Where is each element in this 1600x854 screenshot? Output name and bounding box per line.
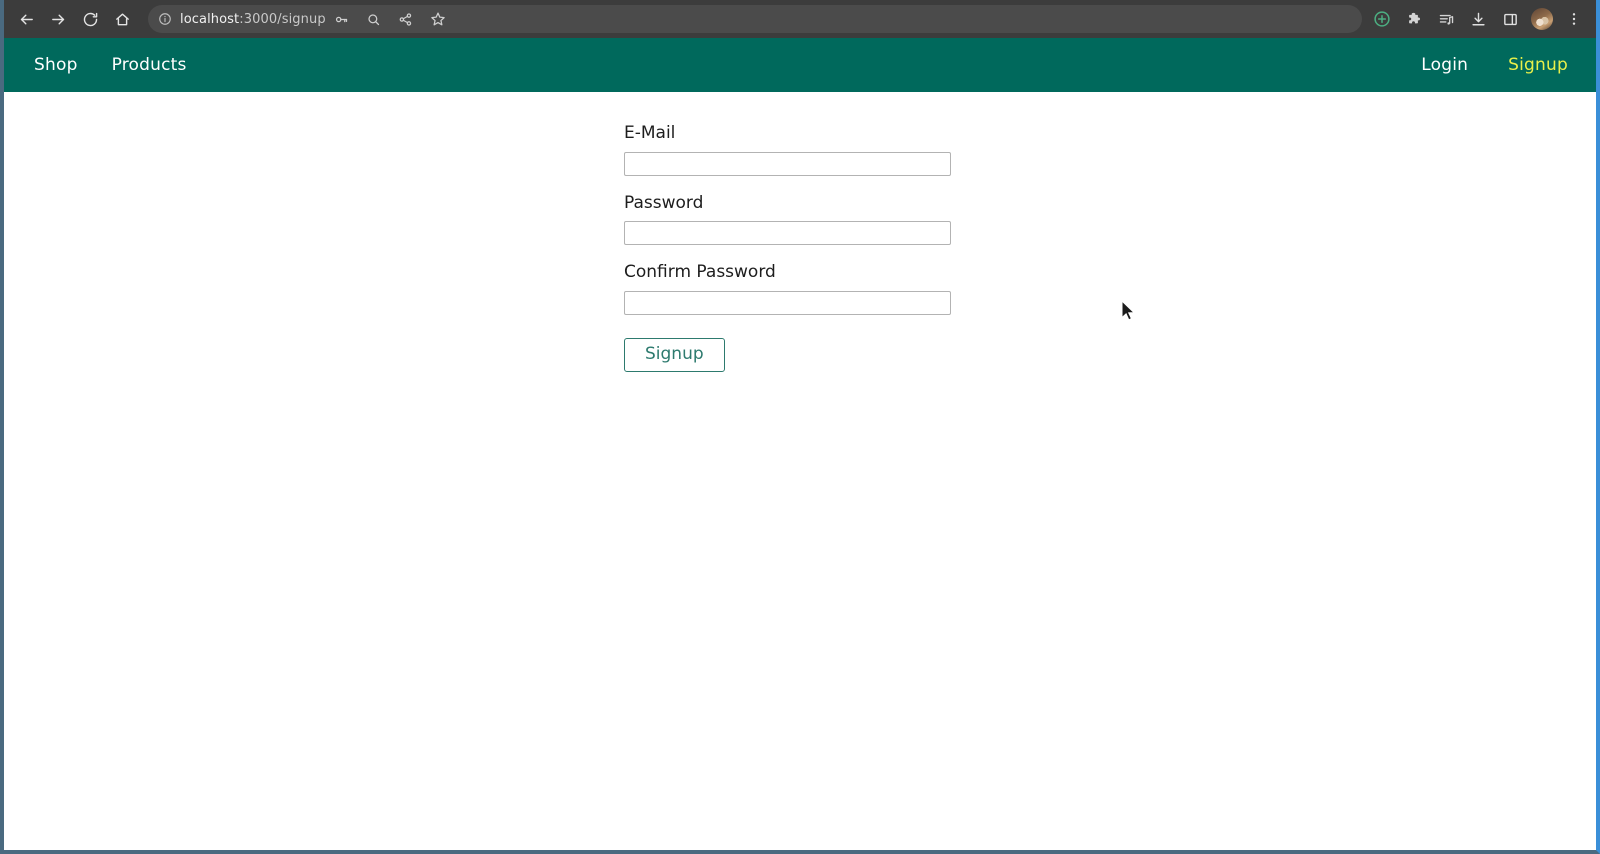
magnifier-icon[interactable] bbox=[360, 5, 388, 33]
nav-left-group: Shop Products bbox=[34, 56, 187, 74]
address-bar[interactable]: localhost:3000/signup bbox=[148, 5, 1362, 33]
star-icon[interactable] bbox=[424, 5, 452, 33]
signup-form: E-Mail Password Confirm Password Signup bbox=[624, 124, 954, 373]
avatar-image bbox=[1531, 8, 1553, 30]
address-bar-host: localhost bbox=[180, 11, 240, 27]
nav-link-shop[interactable]: Shop bbox=[34, 56, 78, 74]
address-bar-path: :3000/signup bbox=[239, 11, 326, 27]
browser-window: localhost:3000/signup Shop Products Logi… bbox=[0, 0, 1600, 854]
form-group-confirm-password: Confirm Password bbox=[624, 262, 954, 316]
password-field[interactable] bbox=[624, 221, 951, 246]
reload-icon[interactable] bbox=[76, 5, 104, 33]
back-arrow-icon[interactable] bbox=[12, 5, 40, 33]
download-icon[interactable] bbox=[1464, 5, 1492, 33]
confirm-password-label: Confirm Password bbox=[624, 262, 776, 283]
nav-link-login[interactable]: Login bbox=[1421, 56, 1468, 74]
mouse-cursor bbox=[1121, 299, 1138, 323]
address-bar-text: localhost:3000/signup bbox=[180, 12, 326, 27]
three-dot-menu-icon[interactable] bbox=[1560, 5, 1588, 33]
form-group-password: Password bbox=[624, 192, 954, 246]
browser-toolbar: localhost:3000/signup bbox=[4, 0, 1596, 38]
email-field[interactable] bbox=[624, 151, 951, 176]
forward-arrow-icon[interactable] bbox=[44, 5, 72, 33]
signup-submit-button[interactable]: Signup bbox=[624, 338, 725, 373]
email-label: E-Mail bbox=[624, 123, 676, 143]
confirm-password-field[interactable] bbox=[624, 291, 951, 316]
toolbar-right-group bbox=[1366, 5, 1590, 33]
nav-right-group: Login Signup bbox=[1421, 56, 1568, 74]
site-navigation-bar: Shop Products Login Signup bbox=[4, 38, 1596, 92]
share-icon[interactable] bbox=[392, 5, 420, 33]
green-plus-circle-icon[interactable] bbox=[1368, 5, 1396, 33]
nav-link-products[interactable]: Products bbox=[112, 56, 187, 74]
page-viewport: Shop Products Login Signup E-Mail Passwo… bbox=[4, 38, 1596, 850]
key-icon[interactable] bbox=[328, 5, 356, 33]
form-group-email: E-Mail bbox=[624, 124, 954, 176]
nav-link-signup[interactable]: Signup bbox=[1508, 56, 1568, 74]
side-panel-icon[interactable] bbox=[1496, 5, 1524, 33]
password-label: Password bbox=[624, 192, 704, 213]
omnibox-action-group bbox=[326, 5, 454, 33]
home-icon[interactable] bbox=[108, 5, 136, 33]
puzzle-piece-icon[interactable] bbox=[1400, 5, 1428, 33]
avatar[interactable] bbox=[1528, 5, 1556, 33]
playlist-icon[interactable] bbox=[1432, 5, 1460, 33]
navigation-button-group bbox=[10, 5, 138, 33]
site-info-icon[interactable] bbox=[158, 12, 172, 26]
